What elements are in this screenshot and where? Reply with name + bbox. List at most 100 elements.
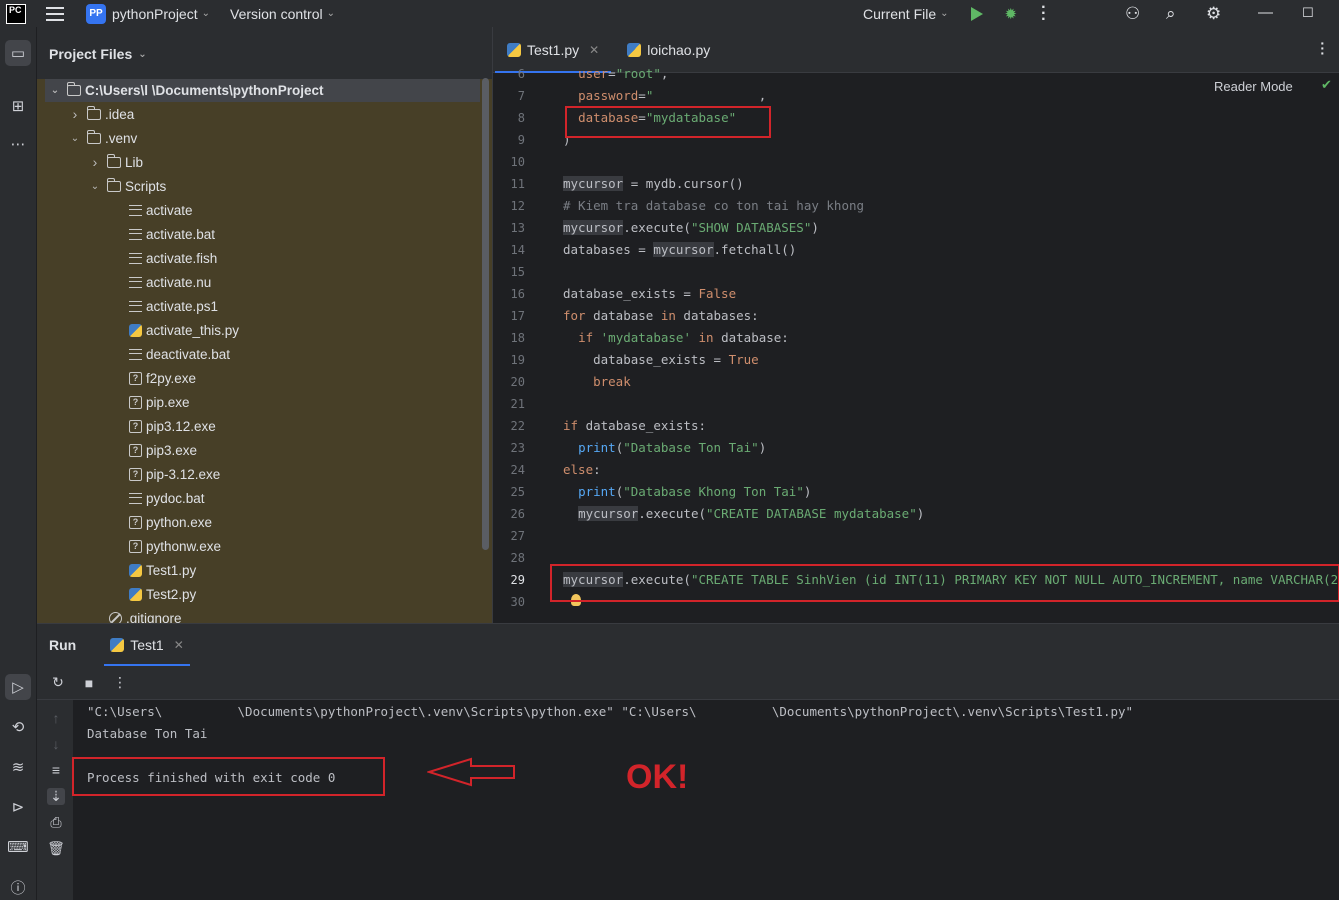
tree-file-item[interactable]: activate <box>37 198 482 222</box>
python-file-icon <box>129 563 142 577</box>
tree-file-item[interactable]: .gitignore <box>37 606 482 623</box>
gear-icon[interactable]: ⚙ <box>1206 4 1221 24</box>
project-scrollbar[interactable] <box>482 78 489 550</box>
line-number: 9 <box>517 133 525 147</box>
code-line: else: <box>563 462 601 477</box>
python-file-icon <box>129 323 142 337</box>
chevron-right-icon[interactable]: › <box>89 154 101 170</box>
tree-file-item[interactable]: ? python.exe <box>37 510 482 534</box>
tree-file-item[interactable]: activate.ps1 <box>37 294 482 318</box>
tree-file-item[interactable]: activate_this.py <box>37 318 482 342</box>
version-control-dropdown[interactable]: Version control <box>230 6 323 22</box>
console-output[interactable]: "C:\Users\ \Documents\pythonProject\.ven… <box>73 700 1339 900</box>
tree-file-item[interactable]: deactivate.bat <box>37 342 482 366</box>
services-icon[interactable]: ⊳ <box>5 794 31 820</box>
project-tree: ⌄ C:\Users\l \Documents\pythonProject › .id… <box>37 79 492 623</box>
unknown-file-icon: ? <box>129 419 142 433</box>
minimize-icon[interactable]: — <box>1258 4 1273 21</box>
tree-file-item[interactable]: ? pip3.exe <box>37 438 482 462</box>
search-icon[interactable]: ⌕ <box>1166 4 1176 24</box>
run-panel-title: Run <box>49 637 77 653</box>
run-configuration-dropdown[interactable]: Current File <box>863 6 936 22</box>
run-tab-label: Test1 <box>130 637 164 653</box>
unknown-file-icon: ? <box>129 395 142 409</box>
folder-icon <box>67 81 81 96</box>
text-file-icon <box>129 252 142 264</box>
soft-wrap-icon[interactable]: ≡ <box>47 762 65 778</box>
structure-icon[interactable]: ⊞ <box>5 93 31 119</box>
tree-file-item[interactable]: ? f2py.exe <box>37 366 482 390</box>
chevron-right-icon[interactable]: › <box>69 106 81 122</box>
reader-mode-button[interactable]: Reader Mode <box>1214 79 1293 94</box>
tab-label: loichao.py <box>647 41 711 58</box>
line-number: 29 <box>510 573 525 587</box>
tree-file-item[interactable]: activate.bat <box>37 222 482 246</box>
tree-folder-item[interactable]: › .idea <box>37 102 482 126</box>
tree-item-label: activate_this.py <box>146 322 240 338</box>
code-line: mycursor = mydb.cursor() <box>563 176 744 191</box>
project-panel-header[interactable]: Project Files ⌄ <box>37 27 492 81</box>
more-tools-icon[interactable]: ⋯ <box>5 131 31 157</box>
print-icon[interactable]: ⎙ <box>47 814 65 831</box>
ignore-file-icon <box>109 611 122 623</box>
main-menu-icon[interactable] <box>46 6 64 21</box>
project-folder-icon[interactable]: ▭ <box>5 40 31 66</box>
annotation-highlight-box <box>550 564 1339 602</box>
more-actions-icon[interactable]: ⋮ <box>111 674 129 691</box>
tree-item-label: pythonw.exe <box>146 538 222 554</box>
terminal-icon[interactable]: ⌨ <box>5 834 31 860</box>
tree-file-item[interactable]: ? pythonw.exe <box>37 534 482 558</box>
close-tab-icon[interactable]: ✕ <box>589 43 599 57</box>
line-number: 28 <box>510 551 525 565</box>
problems-icon[interactable]: ⓘ <box>5 874 31 900</box>
arrow-down-icon[interactable]: ↓ <box>47 736 65 752</box>
project-name-dropdown[interactable]: pythonProject <box>112 6 198 22</box>
tree-file-item[interactable]: Test1.py <box>37 558 482 582</box>
unknown-file-icon: ? <box>129 371 142 385</box>
run-tab-test1[interactable]: Test1 ✕ <box>104 624 190 666</box>
debug-icon[interactable]: ✹ <box>1005 5 1018 23</box>
line-number: 10 <box>510 155 525 169</box>
tree-file-item[interactable]: pydoc.bat <box>37 486 482 510</box>
scroll-to-end-icon[interactable]: ⇣ <box>47 788 65 805</box>
layers-icon[interactable]: ≋ <box>5 754 31 780</box>
tree-item-label: Test2.py <box>146 586 197 602</box>
tree-file-item[interactable]: activate.fish <box>37 246 482 270</box>
run-tool-icon[interactable]: ▷ <box>5 674 31 700</box>
tree-file-item[interactable]: ? pip3.12.exe <box>37 414 482 438</box>
run-icon[interactable] <box>970 6 983 21</box>
tree-file-item[interactable]: activate.nu <box>37 270 482 294</box>
chevron-down-icon[interactable]: ⌄ <box>69 133 81 144</box>
more-tabs-icon[interactable]: · · · <box>1320 36 1325 60</box>
tree-folder-item[interactable]: ⌄ .venv <box>37 126 482 150</box>
maximize-icon[interactable]: ☐ <box>1302 5 1314 21</box>
close-tab-icon[interactable]: ✕ <box>174 638 184 652</box>
rerun-icon[interactable]: ↻ <box>49 674 67 691</box>
more-actions-icon[interactable]: · · · <box>1041 0 1046 27</box>
code-editor[interactable]: 6 7 8 9 10 11 12 13 14 15 16 17 18 19 20… <box>493 66 1339 623</box>
tree-folder-item[interactable]: ⌄ Scripts <box>37 174 482 198</box>
python-file-icon <box>110 638 125 652</box>
line-number: 26 <box>510 507 525 521</box>
chevron-down-icon[interactable]: ⌄ <box>49 85 61 96</box>
tree-item-label: Scripts <box>125 178 167 194</box>
line-number: 17 <box>510 309 525 323</box>
folder-icon <box>107 153 121 168</box>
add-user-icon[interactable]: ⚇ <box>1125 4 1140 24</box>
chevron-down-icon[interactable]: ⌄ <box>89 181 101 192</box>
tree-item-label: Test1.py <box>146 562 197 578</box>
tree-file-item[interactable]: ? pip.exe <box>37 390 482 414</box>
editor-area: Test1.py ✕ loichao.py · · · 6 7 8 9 10 11 … <box>492 27 1339 623</box>
trash-icon[interactable]: 🗑 <box>47 840 65 857</box>
line-number: 15 <box>510 265 525 279</box>
stop-icon[interactable]: ■ <box>80 675 98 691</box>
tree-item-label: activate <box>146 202 193 218</box>
line-number: 14 <box>510 243 525 257</box>
python-console-icon[interactable]: ⟲ <box>5 714 31 740</box>
project-badge[interactable]: PP <box>86 3 106 24</box>
arrow-up-icon[interactable]: ↑ <box>47 710 65 726</box>
tree-folder-item[interactable]: › Lib <box>37 150 482 174</box>
tree-file-item[interactable]: Test2.py <box>37 582 482 606</box>
tree-folder-item[interactable]: ⌄ C:\Users\l \Documents\pythonProject <box>45 79 480 102</box>
tree-file-item[interactable]: ? pip-3.12.exe <box>37 462 482 486</box>
